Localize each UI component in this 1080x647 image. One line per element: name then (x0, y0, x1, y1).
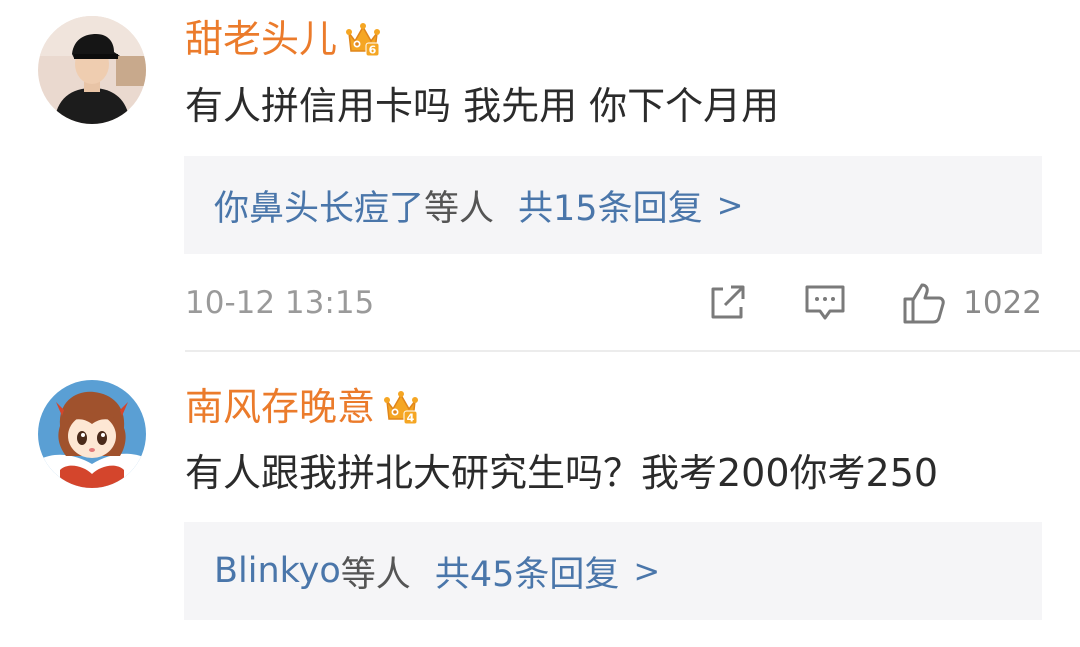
reply-count-link[interactable]: 共15条回复 (518, 180, 703, 231)
avatar-image (38, 380, 146, 488)
reply-preview[interactable]: Blinkyo 等人 共45条回复 > (184, 522, 1042, 620)
reply-author[interactable]: 你鼻头长痘了 (214, 180, 424, 231)
vip-level: 4 (407, 412, 415, 425)
comment-text: 有人跟我拼北大研究生吗？我考200你考250 (185, 451, 939, 495)
crown-badge-icon: 4 (383, 387, 419, 427)
reply-count-link[interactable]: 共45条回复 (435, 546, 620, 597)
thumbs-up-icon[interactable] (901, 280, 947, 326)
comment-item: 南风存晚意 4 有人跟我拼北大研究生吗？我考200你考250 Blinkyo 等… (0, 352, 1080, 647)
crown-badge-icon: 6 (345, 19, 381, 59)
reply-suffix: 等人 (340, 554, 411, 595)
avatar[interactable] (38, 16, 146, 124)
avatar[interactable] (38, 380, 146, 488)
comment-icon[interactable] (803, 281, 847, 325)
chevron-right-icon: > (633, 552, 661, 590)
like-count: 1022 (963, 285, 1042, 321)
comment-item: 甜老头儿 6 有人拼信用卡吗 我先用 你下个月用 你鼻头长痘了 等人 共15条回… (0, 0, 1080, 350)
username[interactable]: 甜老头儿 (185, 14, 337, 64)
username[interactable]: 南风存晚意 (185, 382, 375, 432)
vip-level: 6 (369, 44, 377, 57)
reply-suffix: 等人 (424, 188, 495, 229)
share-icon[interactable] (705, 281, 749, 325)
avatar-photo (38, 16, 146, 124)
comment-list: 甜老头儿 6 有人拼信用卡吗 我先用 你下个月用 你鼻头长痘了 等人 共15条回… (0, 0, 1080, 647)
chevron-right-icon: > (716, 186, 744, 224)
comment-text: 有人拼信用卡吗 我先用 你下个月用 (185, 84, 780, 128)
timestamp: 10-12 13:15 (185, 285, 375, 321)
reply-author[interactable]: Blinkyo (214, 551, 341, 591)
reply-preview[interactable]: 你鼻头长痘了 等人 共15条回复 > (184, 156, 1042, 254)
